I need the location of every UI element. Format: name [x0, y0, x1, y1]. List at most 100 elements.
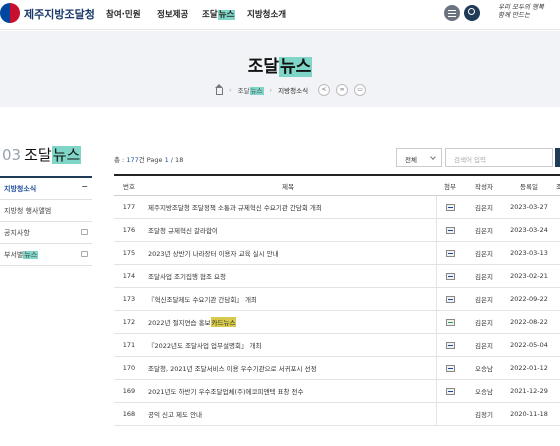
row-title-link[interactable]: 『혁신조달제도 수요기관 간담회』 개최	[148, 288, 436, 310]
sidebar-item-notices[interactable]: 공지사항	[0, 222, 92, 244]
row-title-text: 『2022년도 조달사업 업무설명회』 개최	[148, 342, 262, 350]
nav-procurement-news[interactable]: 조달뉴스	[202, 8, 236, 20]
table-row[interactable]: 171 『2022년도 조달사업 업무설명회』 개최 김은지 2022-05-04	[114, 334, 560, 357]
file-attachment-icon[interactable]	[445, 226, 455, 234]
breadcrumb-level1[interactable]: 조달뉴스	[238, 85, 264, 95]
external-link-icon	[81, 251, 88, 257]
title-text: 조달	[247, 57, 279, 77]
home-icon[interactable]	[215, 83, 223, 95]
row-date: 2022-05-04	[510, 341, 548, 349]
row-title-link[interactable]: 2021년도 하반기 우수조달업체(주)에코피앤텍 표창 전수	[148, 380, 436, 402]
row-title-text: 2023년 상반기 나라장터 이용자 교육 실시 안내	[148, 250, 279, 258]
total-count: 총 : 177건 Page 1 / 18	[114, 154, 183, 164]
share-icon: <	[321, 86, 327, 93]
header-title: 제목	[282, 182, 294, 191]
sidebar-item-local-news[interactable]: 지방청소식 −	[0, 178, 92, 200]
row-date: 2023-03-13	[510, 249, 548, 257]
row-number: 172	[122, 318, 136, 326]
sidebar-title-text: 조달	[24, 146, 52, 164]
row-date: 2022-09-22	[510, 295, 548, 303]
header-author: 작성자	[475, 182, 493, 191]
row-author: 김은지	[475, 204, 493, 212]
row-title-link[interactable]: 『2022년도 조달사업 업무설명회』 개최	[148, 334, 436, 356]
file-attachment-icon[interactable]	[445, 318, 455, 326]
row-title-link[interactable]: 2023년 상반기 나라장터 이용자 교육 실시 안내	[148, 242, 436, 264]
hamburger-line	[448, 12, 456, 14]
link-button[interactable]: ∞	[336, 84, 349, 96]
file-attachment-icon[interactable]	[445, 364, 455, 372]
row-title-link[interactable]: 조달사업 조기집행 협조 요청	[148, 265, 436, 287]
row-title-highlight: 카드뉴스	[210, 317, 237, 327]
file-attachment-icon[interactable]	[445, 249, 455, 257]
file-attachment-icon[interactable]	[445, 295, 455, 303]
crumb-text: 조달	[237, 87, 250, 95]
row-author: 김은지	[475, 227, 493, 235]
row-title-link[interactable]: 공익 신고 제도 안내	[148, 403, 436, 425]
sidebar-item-label: 지방청소식	[4, 185, 37, 193]
row-title-link[interactable]: 제주지방조달청 조달정책 소통과 규제혁신 수요기관 간담회 개최	[148, 196, 436, 218]
search-button[interactable]	[464, 5, 480, 21]
share-button[interactable]: <	[318, 84, 331, 96]
table-row[interactable]: 172 2022년 절지연습 홍보 카드뉴스 김은지 2022-08-22	[114, 311, 560, 334]
header-views: 조	[556, 182, 560, 191]
row-attachment	[436, 219, 464, 241]
external-link-icon	[81, 229, 88, 235]
row-attachment	[436, 265, 464, 287]
breadcrumb-level2[interactable]: 지방청소식	[278, 85, 308, 95]
row-attachment	[436, 288, 464, 310]
sidebar-item-dept-news[interactable]: 부서별뉴스	[0, 244, 92, 266]
nav-participation[interactable]: 참여·민원	[106, 8, 141, 20]
title-highlight: 뉴스	[279, 57, 313, 77]
file-attachment-icon[interactable]	[445, 203, 455, 211]
menu-button[interactable]	[444, 5, 460, 21]
sidebar-item-label-highlight: 뉴스	[23, 251, 39, 259]
row-number: 168	[122, 410, 136, 418]
row-author: 김은지	[475, 319, 493, 327]
row-title-text: 조달청, 2021년 조달서비스 이용 우수기관으로 서귀포시 선정	[148, 365, 317, 373]
table-row[interactable]: 169 2021년도 하반기 우수조달업체(주)에코피앤텍 표창 전수 오승남 202…	[114, 380, 560, 403]
nav-information[interactable]: 정보제공	[157, 8, 188, 20]
table-row[interactable]: 174 조달사업 조기집행 협조 요청 김은지 2023-02-21	[114, 265, 560, 288]
pagination	[296, 440, 336, 446]
search-submit-button[interactable]	[555, 148, 560, 167]
page-title: 조달뉴스	[0, 52, 560, 77]
file-attachment-icon[interactable]	[445, 341, 455, 349]
row-date: 2020-11-18	[510, 410, 548, 418]
site-logo[interactable]: 제주지방조달청	[24, 6, 95, 22]
print-button[interactable]: ▭	[354, 84, 367, 96]
total-prefix: 총 :	[114, 156, 127, 164]
file-attachment-icon[interactable]	[445, 387, 455, 395]
slogan-calligraphy: 우리 모두의 행복 함께 만드는	[498, 3, 544, 19]
slogan-line: 우리 모두의 행복	[498, 3, 544, 11]
total-mid: 건 Page	[138, 156, 165, 164]
table-row[interactable]: 168 공익 신고 제도 안내 김정기 2020-11-18	[114, 403, 560, 426]
sidebar-number: 03	[2, 146, 22, 164]
government-emblem-icon	[0, 3, 20, 23]
table-row[interactable]: 177 제주지방조달청 조달정책 소통과 규제혁신 수요기관 간담회 개최 김은지 2…	[114, 196, 560, 219]
file-attachment-icon[interactable]	[445, 272, 455, 280]
row-author: 오승남	[475, 365, 493, 373]
nav-about[interactable]: 지방청소개	[247, 8, 286, 20]
sidebar-item-event-album[interactable]: 지방청 행사앨범	[0, 200, 92, 222]
row-number: 169	[122, 387, 136, 395]
row-attachment	[436, 311, 464, 333]
row-number: 177	[122, 203, 136, 211]
row-date: 2021-12-29	[510, 387, 548, 395]
row-number: 175	[122, 249, 136, 257]
table-row[interactable]: 170 조달청, 2021년 조달서비스 이용 우수기관으로 서귀포시 선정 오승남…	[114, 357, 560, 380]
table-row[interactable]: 176 조달청 규제혁신 갈라합이 김은지 2023-03-24	[114, 219, 560, 242]
total-number: 177	[126, 156, 139, 164]
nav-label-highlight: 뉴스	[217, 10, 236, 20]
sidebar-menu: 지방청소식 − 지방청 행사앨범 공지사항 부서별뉴스	[0, 176, 92, 266]
row-title-link[interactable]: 2022년 절지연습 홍보 카드뉴스	[148, 311, 436, 333]
crumb-highlight: 뉴스	[249, 87, 264, 95]
row-date: 2022-01-12	[510, 364, 548, 372]
row-title-text: 조달청 규제혁신 갈라합이	[148, 227, 218, 235]
table-row[interactable]: 173 『혁신조달제도 수요기관 간담회』 개최 김은지 2022-09-22	[114, 288, 560, 311]
table-row[interactable]: 175 2023년 상반기 나라장터 이용자 교육 실시 안내 김은지 2023-03…	[114, 242, 560, 265]
search-input[interactable]: 검색어 입력	[445, 148, 553, 167]
row-attachment	[436, 334, 464, 356]
row-title-link[interactable]: 조달청, 2021년 조달서비스 이용 우수기관으로 서귀포시 선정	[148, 357, 436, 379]
row-title-link[interactable]: 조달청 규제혁신 갈라합이	[148, 219, 436, 241]
search-filter-select[interactable]: 전체	[396, 148, 442, 167]
